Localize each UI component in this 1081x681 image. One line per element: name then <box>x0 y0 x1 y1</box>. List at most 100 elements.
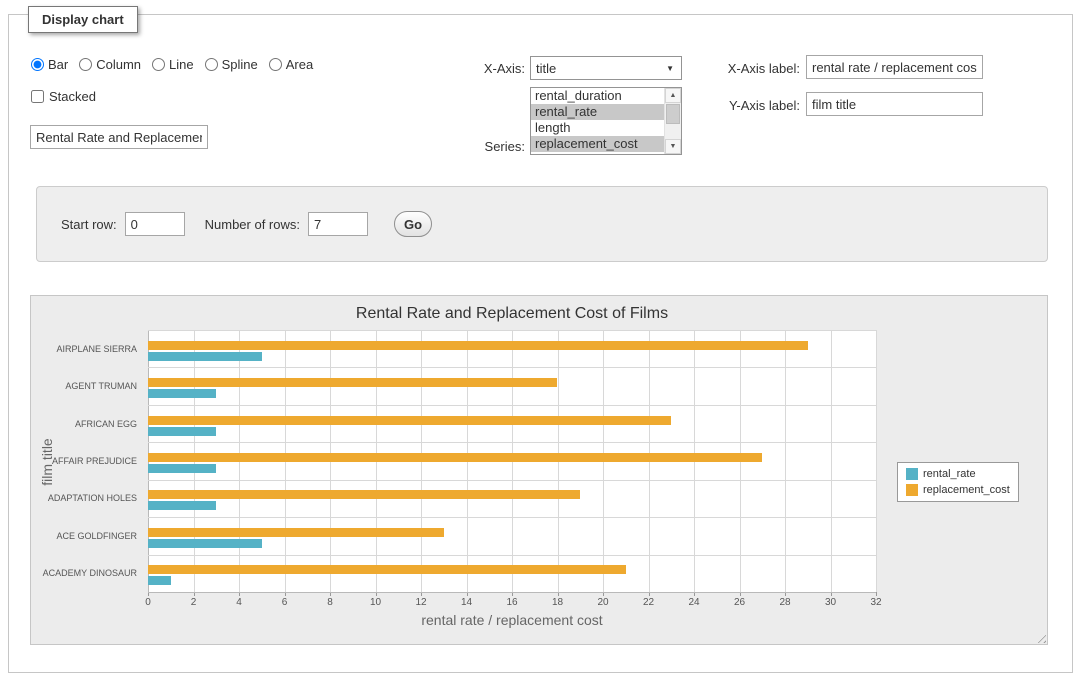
x-axis-label-caption: X-Axis label: <box>690 61 800 76</box>
legend-item[interactable]: replacement_cost <box>906 484 1010 496</box>
x-tick-label: 18 <box>552 597 563 608</box>
chart-type-option[interactable]: Line <box>152 57 194 72</box>
series-option[interactable]: rental_duration <box>531 88 664 104</box>
page-title: Display chart <box>28 6 138 33</box>
chart-type-option[interactable]: Spline <box>205 57 258 72</box>
gridline-horizontal <box>148 480 876 481</box>
x-axis-label-input[interactable] <box>806 55 983 79</box>
chart-bar-replacement_cost <box>148 453 762 462</box>
gridline-horizontal <box>148 330 876 331</box>
x-tick-label: 12 <box>415 597 426 608</box>
x-tick-label: 6 <box>282 597 288 608</box>
chart-bar-rental_rate <box>148 539 262 548</box>
chart-type-radio[interactable] <box>205 58 218 71</box>
chart-type-radio[interactable] <box>79 58 92 71</box>
chart-bar-replacement_cost <box>148 416 671 425</box>
chart-type-option-label: Line <box>169 57 194 72</box>
legend-item[interactable]: rental_rate <box>906 468 1010 480</box>
gridline-horizontal <box>148 442 876 443</box>
chart-title-input[interactable] <box>30 125 208 149</box>
category-label: AFRICAN EGG <box>31 418 143 430</box>
chart-type-radio[interactable] <box>152 58 165 71</box>
chart-type-radios: Bar Column Line Spline Area <box>31 57 324 72</box>
x-tick-label: 20 <box>597 597 608 608</box>
row-range-panel: Start row: Number of rows: Go <box>36 186 1048 262</box>
x-tick-label: 30 <box>825 597 836 608</box>
x-axis-select-label: X-Axis: <box>425 61 525 76</box>
gridline-horizontal <box>148 405 876 406</box>
chart-bar-replacement_cost <box>148 341 808 350</box>
chart-panel: Rental Rate and Replacement Cost of Film… <box>30 295 1048 645</box>
listbox-scrollbar[interactable]: ▲ ▼ <box>664 88 681 154</box>
x-tick-label: 22 <box>643 597 654 608</box>
category-label: ADAPTATION HOLES <box>31 492 143 504</box>
x-axis-selected-value: title <box>536 61 556 76</box>
x-tick-label: 28 <box>779 597 790 608</box>
x-tick-label: 4 <box>236 597 242 608</box>
gridline-horizontal <box>148 555 876 556</box>
category-labels: AIRPLANE SIERRA AGENT TRUMAN AFRICAN EGG AF… <box>31 330 143 592</box>
gridline-vertical <box>876 330 877 592</box>
x-axis-select[interactable]: title ▼ <box>530 56 682 80</box>
stacked-checkbox[interactable] <box>31 90 44 103</box>
num-rows-label: Number of rows: <box>205 217 300 232</box>
num-rows-input[interactable] <box>308 212 368 236</box>
chart-bar-replacement_cost <box>148 490 580 499</box>
go-button[interactable]: Go <box>394 211 432 237</box>
chart-type-radio[interactable] <box>31 58 44 71</box>
series-option[interactable]: rental_rate <box>531 104 664 120</box>
x-tick-label: 14 <box>461 597 472 608</box>
series-label: Series: <box>425 139 525 154</box>
chart-bar-rental_rate <box>148 464 216 473</box>
scrollbar-thumb[interactable] <box>666 104 680 124</box>
x-tick-label: 0 <box>145 597 151 608</box>
gridline-vertical <box>831 330 832 592</box>
x-tick-label: 24 <box>688 597 699 608</box>
plot-area <box>148 330 876 592</box>
chart-type-option[interactable]: Bar <box>31 57 68 72</box>
chart-title: Rental Rate and Replacement Cost of Film… <box>148 305 876 323</box>
scroll-down-icon[interactable]: ▼ <box>665 139 681 154</box>
gridline-horizontal <box>148 517 876 518</box>
scroll-up-icon[interactable]: ▲ <box>665 88 681 103</box>
chart-bar-rental_rate <box>148 576 171 585</box>
series-option[interactable]: length <box>531 120 664 136</box>
chart-type-option-label: Area <box>286 57 313 72</box>
x-tick-label: 8 <box>327 597 333 608</box>
legend-swatch <box>906 484 918 496</box>
gridline-vertical <box>785 330 786 592</box>
x-tick-label: 2 <box>191 597 197 608</box>
category-label: AIRPLANE SIERRA <box>31 343 143 355</box>
y-axis-label-input[interactable] <box>806 92 983 116</box>
legend-item-label: replacement_cost <box>923 484 1010 496</box>
category-label: AFFAIR PREJUDICE <box>31 455 143 467</box>
chart-type-option[interactable]: Area <box>269 57 313 72</box>
category-label: ACADEMY DINOSAUR <box>31 567 143 579</box>
chart-x-axis-label: rental rate / replacement cost <box>148 612 876 628</box>
stacked-checkbox-row[interactable]: Stacked <box>31 89 96 104</box>
chart-type-option-label: Spline <box>222 57 258 72</box>
chart-type-radio[interactable] <box>269 58 282 71</box>
category-label: ACE GOLDFINGER <box>31 530 143 542</box>
y-axis-label-caption: Y-Axis label: <box>690 98 800 113</box>
chart-bar-replacement_cost <box>148 528 444 537</box>
chart-bar-rental_rate <box>148 427 216 436</box>
start-row-label: Start row: <box>61 217 117 232</box>
x-tick-label: 32 <box>870 597 881 608</box>
series-option[interactable]: replacement_cost <box>531 136 664 152</box>
gridline-horizontal <box>148 592 876 593</box>
chart-bar-rental_rate <box>148 501 216 510</box>
series-listbox[interactable]: rental_durationrental_ratelengthreplacem… <box>530 87 682 155</box>
start-row-input[interactable] <box>125 212 185 236</box>
legend-swatch <box>906 468 918 480</box>
chart-legend: rental_rate replacement_cost <box>897 462 1019 502</box>
chart-type-option-label: Bar <box>48 57 68 72</box>
x-tick-label: 26 <box>734 597 745 608</box>
category-label: AGENT TRUMAN <box>31 380 143 392</box>
chart-bar-rental_rate <box>148 389 216 398</box>
resize-grip-icon[interactable] <box>1034 631 1046 643</box>
chart-bar-replacement_cost <box>148 565 626 574</box>
chevron-down-icon: ▼ <box>666 64 676 73</box>
chart-type-option-label: Column <box>96 57 141 72</box>
chart-type-option[interactable]: Column <box>79 57 141 72</box>
